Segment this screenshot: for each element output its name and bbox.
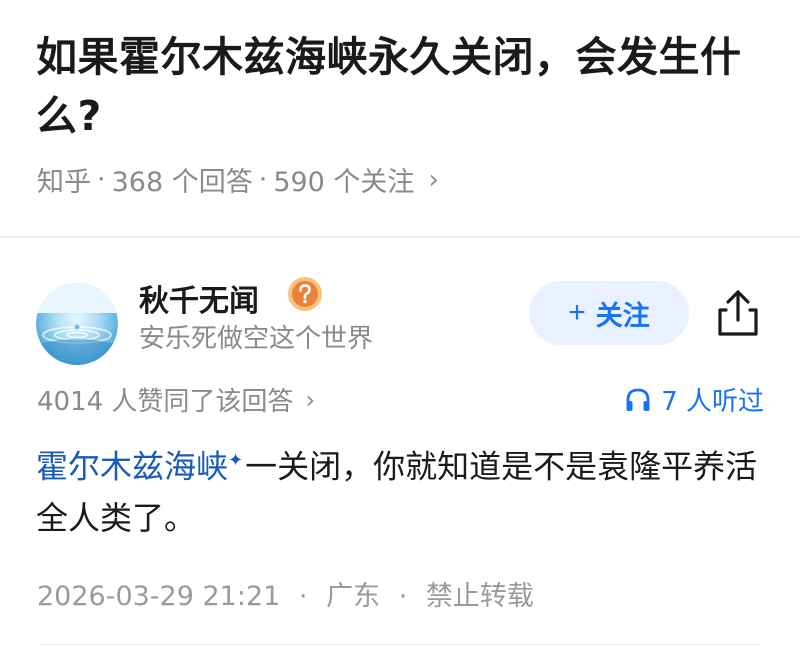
avatar[interactable] xyxy=(36,283,118,365)
question-badge-icon xyxy=(288,277,322,311)
post-datetime: 2026-03-29 21:21 xyxy=(37,581,281,612)
author-bio: 安乐死做空这个世界 xyxy=(139,324,374,354)
answer-body: 霍尔木兹海峡✦一关闭，你就知道是不是袁隆平养活全人类了。 xyxy=(36,435,766,544)
follow-button[interactable]: + 关注 xyxy=(529,281,689,345)
chevron-right-icon: › xyxy=(305,385,316,414)
followers-count: 590 个关注 xyxy=(273,167,415,198)
question-title[interactable]: 如果霍尔木兹海峡永久关闭，会发生什么? xyxy=(36,28,766,146)
sparkle-icon: ✦ xyxy=(228,450,244,471)
avatar-image xyxy=(36,283,118,365)
listen-count[interactable]: 7 人听过 xyxy=(625,381,764,418)
footer-separator: · xyxy=(298,581,308,612)
footer-separator: · xyxy=(398,581,408,612)
listen-label: 7 人听过 xyxy=(661,387,764,417)
upvote-count: 4014 人赞同了该回答 xyxy=(37,387,294,417)
question-meta[interactable]: 知乎 · 368 个回答 · 590 个关注 › xyxy=(37,160,439,199)
share-icon[interactable] xyxy=(714,288,762,338)
upvote-summary[interactable]: 4014 人赞同了该回答 › xyxy=(37,381,315,418)
answers-count: 368 个回答 xyxy=(111,167,253,198)
answer-page: 如果霍尔木兹海峡永久关闭，会发生什么? 知乎 · 368 个回答 · 590 个… xyxy=(0,0,800,647)
post-location: 广东 xyxy=(326,581,381,612)
meta-separator: · xyxy=(97,164,106,195)
answer-footer: 2026-03-29 21:21 · 广东 · 禁止转载 xyxy=(37,574,534,613)
topic-link[interactable]: 霍尔木兹海峡 xyxy=(36,448,228,486)
plus-icon: + xyxy=(568,296,586,329)
bottom-divider xyxy=(40,644,760,645)
chevron-right-icon: › xyxy=(428,164,439,195)
source-label: 知乎 xyxy=(37,167,91,198)
section-divider xyxy=(0,236,800,238)
copyright-notice: 禁止转载 xyxy=(425,581,534,612)
meta-separator: · xyxy=(258,164,268,195)
headphones-icon xyxy=(626,388,650,411)
follow-label: 关注 xyxy=(595,300,650,331)
author-name[interactable]: 秋千无闻 xyxy=(139,276,259,320)
